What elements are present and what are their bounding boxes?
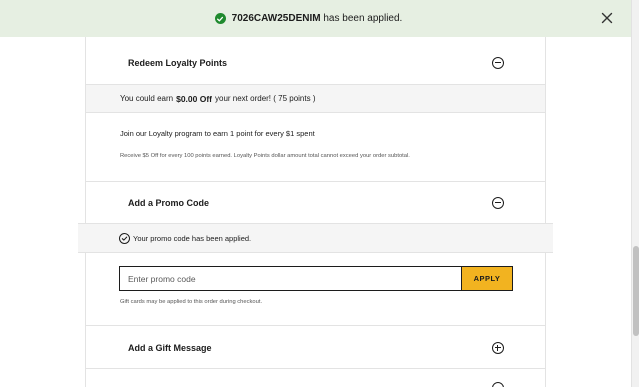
promo-section-header[interactable]: Add a Promo Code [86, 192, 545, 214]
check-circle-outline-icon [119, 232, 130, 244]
check-circle-icon [214, 13, 226, 24]
gift-message-section-header[interactable]: Add a Gift Message [86, 337, 545, 359]
loyalty-earn-suffix: your next order! ( 75 points ) [215, 94, 316, 103]
close-icon[interactable] [599, 10, 615, 26]
checkout-options-card: Redeem Loyalty Points You could earn $0.… [85, 37, 546, 387]
toast-message: has been applied. [323, 13, 403, 24]
page-scrollbar[interactable] [631, 0, 639, 387]
next-section-header[interactable] [86, 377, 545, 387]
minus-circle-icon[interactable] [492, 57, 504, 69]
loyalty-join-text: Join our Loyalty program to earn 1 point… [120, 129, 315, 138]
minus-circle-icon[interactable] [492, 197, 504, 209]
circle-toggle-icon[interactable] [492, 382, 504, 387]
divider [86, 325, 545, 326]
promo-section-title: Add a Promo Code [128, 198, 210, 208]
gift-message-section-title: Add a Gift Message [128, 343, 212, 353]
promo-code-form: APPLY [119, 266, 513, 291]
promo-code-input[interactable] [119, 266, 461, 291]
divider [86, 368, 545, 369]
divider [86, 181, 545, 182]
promo-applied-text: Your promo code has been applied. [133, 233, 252, 243]
scrollbar-thumb[interactable] [633, 246, 639, 336]
toast-promo-code: 7026CAW25DENIM [231, 13, 321, 24]
promo-applied-toast: 7026CAW25DENIM has been applied. [0, 0, 631, 37]
loyalty-section-title: Redeem Loyalty Points [128, 58, 228, 68]
toast-content: 7026CAW25DENIM has been applied. [214, 13, 403, 24]
loyalty-fine-print: Receive $5 Off for every 100 points earn… [120, 153, 410, 159]
checkout-page: 7026CAW25DENIM has been applied. Redeem … [0, 0, 639, 387]
loyalty-section-header[interactable]: Redeem Loyalty Points [86, 52, 545, 74]
plus-circle-icon[interactable] [492, 342, 504, 354]
gift-card-note: Gift cards may be applied to this order … [120, 299, 263, 305]
loyalty-earn-banner: You could earn $0.00 Off your next order… [86, 84, 545, 113]
loyalty-earn-prefix: You could earn [120, 94, 174, 103]
toast-text: 7026CAW25DENIM has been applied. [232, 13, 403, 24]
promo-applied-banner: Your promo code has been applied. [78, 223, 553, 253]
apply-button[interactable]: APPLY [461, 266, 513, 291]
loyalty-earn-amount: $0.00 Off [176, 93, 212, 104]
